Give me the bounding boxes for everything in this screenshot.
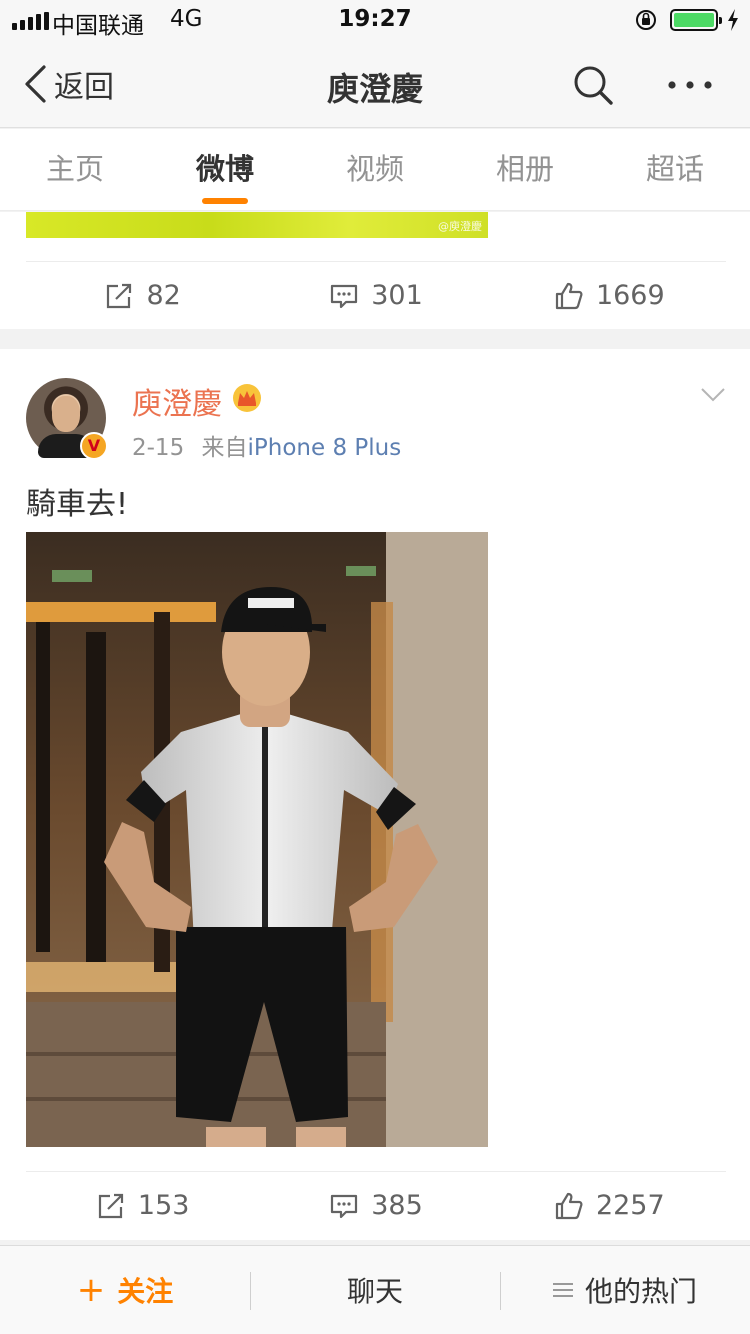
repost-icon — [98, 1193, 123, 1218]
post-source-prefix: 来自 — [201, 435, 248, 461]
charging-icon — [728, 9, 738, 31]
comment-count: 301 — [371, 280, 423, 311]
his-hot-button[interactable]: 他的热门 — [500, 1246, 750, 1334]
post-photo[interactable] — [26, 532, 488, 1147]
battery-icon — [670, 9, 722, 31]
more-options-icon[interactable] — [666, 70, 714, 100]
comment-button[interactable]: 301 — [259, 262, 492, 329]
page-title: 庾澄慶 — [326, 70, 423, 108]
his-hot-label: 他的热门 — [584, 1275, 697, 1308]
post-card: V 庾澄慶 2-15 来自iPhone 8 Plus 騎車去! 153 385 … — [0, 349, 750, 1240]
post-text: 騎車去! — [26, 487, 129, 522]
comment-button[interactable]: 385 — [259, 1172, 492, 1239]
like-button[interactable]: 2257 — [493, 1172, 726, 1239]
tab-super-topic[interactable]: 超话 — [600, 129, 750, 210]
rotation-lock-icon — [636, 10, 656, 30]
previous-post-image[interactable]: @庾澄慶 — [26, 212, 488, 238]
post-username[interactable]: 庾澄慶 — [132, 379, 222, 423]
plus-icon: + — [76, 1270, 106, 1310]
post-device[interactable]: iPhone 8 Plus — [248, 435, 402, 461]
repost-icon — [107, 283, 132, 308]
repost-count: 82 — [146, 280, 181, 311]
navigation-bar: 返回 庾澄慶 — [0, 40, 750, 128]
post-date: 2-15 — [132, 435, 185, 461]
tab-video[interactable]: 视频 — [300, 129, 450, 210]
repost-button[interactable]: 82 — [26, 262, 259, 329]
verified-badge-icon: V — [80, 432, 108, 460]
repost-count: 153 — [137, 1190, 190, 1221]
image-watermark: @庾澄慶 — [438, 220, 482, 233]
crown-icon — [233, 384, 261, 412]
comment-icon — [331, 1194, 358, 1218]
like-count: 2257 — [595, 1190, 665, 1221]
chat-label: 聊天 — [346, 1275, 403, 1308]
tab-home[interactable]: 主页 — [0, 129, 150, 210]
follow-button[interactable]: + 关注 — [0, 1246, 250, 1334]
previous-post-actions: 82 301 1669 — [26, 261, 726, 329]
profile-tabs: 主页 微博 视频 相册 超话 — [0, 129, 750, 211]
menu-icon — [552, 1283, 573, 1297]
chevron-down-icon[interactable] — [700, 387, 726, 403]
comment-count: 385 — [371, 1190, 423, 1221]
previous-post-card: @庾澄慶 82 301 1669 — [0, 212, 750, 329]
like-button[interactable]: 1669 — [493, 262, 726, 329]
thumbs-up-icon — [555, 282, 583, 309]
post-meta: 2-15 来自iPhone 8 Plus — [132, 428, 401, 462]
chat-button[interactable]: 聊天 — [250, 1246, 500, 1334]
comment-icon — [331, 284, 358, 308]
tab-album[interactable]: 相册 — [450, 129, 600, 210]
repost-button[interactable]: 153 — [26, 1172, 259, 1239]
tab-weibo[interactable]: 微博 — [150, 129, 300, 210]
thumbs-up-icon — [555, 1192, 583, 1219]
follow-label: 关注 — [117, 1275, 174, 1308]
search-icon[interactable] — [572, 64, 614, 106]
post-actions: 153 385 2257 — [26, 1171, 726, 1239]
like-count: 1669 — [595, 280, 665, 311]
bottom-toolbar: + 关注 聊天 他的热门 — [0, 1245, 750, 1334]
status-bar: 中国联通 4G 19:27 — [0, 0, 750, 40]
